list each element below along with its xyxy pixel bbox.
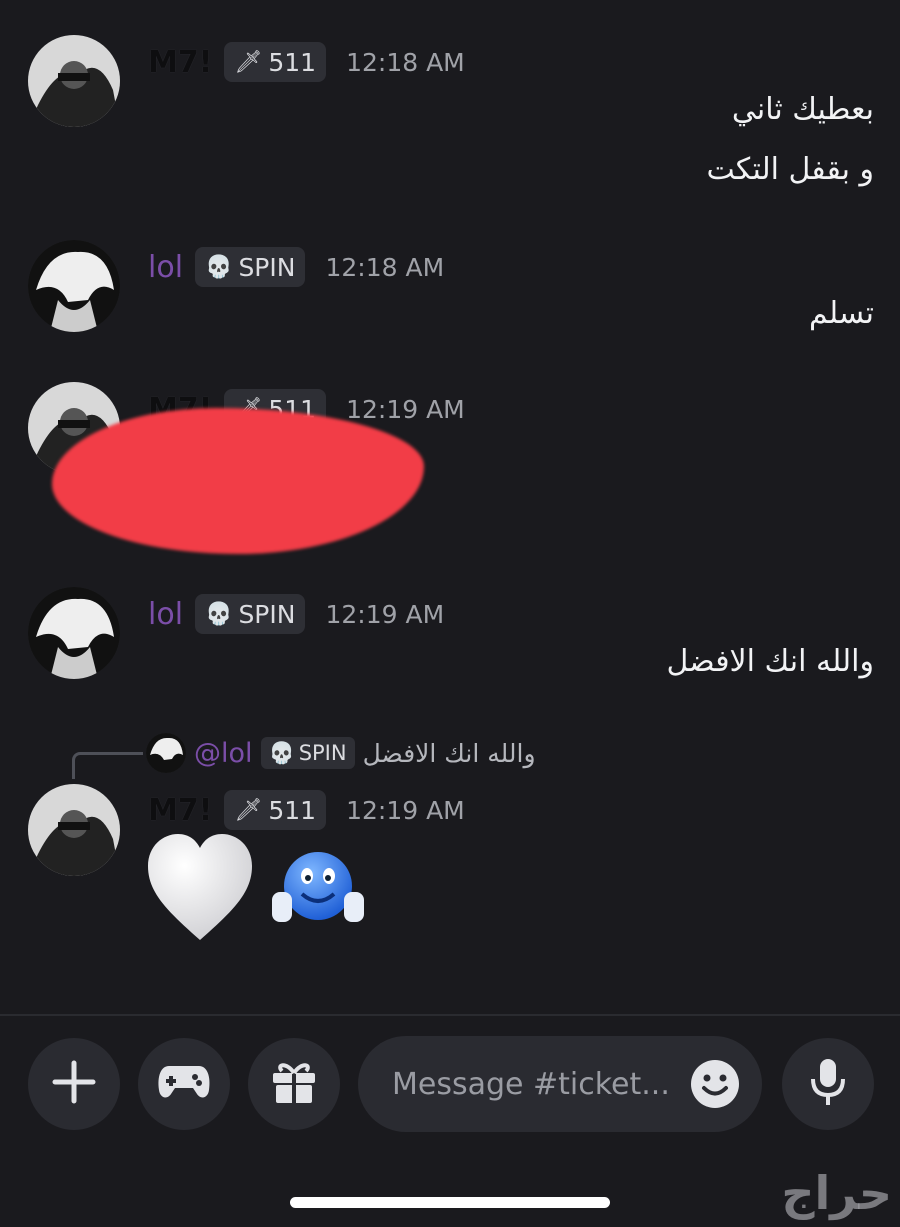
timestamp: 12:19 AM: [346, 394, 465, 424]
activities-button[interactable]: [138, 1038, 230, 1130]
message-input[interactable]: [390, 1065, 694, 1103]
reply-avatar: [146, 733, 186, 773]
watermark-logo: حراج: [781, 1166, 892, 1220]
avatar[interactable]: [28, 587, 120, 679]
skull-icon: 💀: [205, 254, 233, 280]
message-text: و بقفل التكت: [706, 152, 874, 187]
timestamp: 12:18 AM: [346, 47, 465, 77]
username[interactable]: M7!: [148, 793, 212, 828]
voice-message-button[interactable]: [782, 1038, 874, 1130]
home-indicator[interactable]: [290, 1197, 610, 1208]
message-text: والله انك الافضل: [666, 644, 874, 679]
thumbs-up-smiley-emoji: [270, 848, 366, 932]
tag-text: SPIN: [238, 599, 296, 629]
skull-icon: 💀: [205, 601, 233, 627]
reply-connector: [72, 752, 143, 779]
message-text: بعطيك ثاني: [731, 92, 874, 127]
timestamp: 12:19 AM: [346, 795, 465, 825]
white-heart-emoji: [146, 832, 254, 946]
avatar[interactable]: [28, 240, 120, 332]
gift-button[interactable]: [248, 1038, 340, 1130]
user-tag[interactable]: 💀 SPIN: [195, 247, 306, 287]
user-tag[interactable]: 🗡 511: [224, 790, 327, 830]
tag-text: 511: [268, 47, 317, 77]
redaction-scribble: [52, 408, 424, 554]
add-attachment-button[interactable]: [28, 1038, 120, 1130]
avatar[interactable]: [28, 35, 120, 127]
reply-tag: 💀 SPIN: [260, 737, 355, 769]
timestamp: 12:19 AM: [325, 599, 445, 629]
emoji-picker-icon[interactable]: [690, 1059, 740, 1113]
user-tag[interactable]: 💀 SPIN: [195, 594, 306, 634]
avatar[interactable]: [28, 784, 120, 876]
gift-icon: [270, 1059, 318, 1109]
plus-icon: [51, 1059, 97, 1109]
reply-mention[interactable]: @lol: [194, 738, 253, 769]
gamepad-icon: [157, 1062, 211, 1106]
reply-text: والله انك الافضل: [362, 738, 536, 768]
tag-text: SPIN: [238, 252, 296, 282]
message-input-container[interactable]: [358, 1036, 762, 1132]
username[interactable]: lol: [148, 250, 183, 285]
timestamp: 12:18 AM: [325, 252, 445, 282]
sword-icon: 🗡: [234, 797, 263, 823]
sword-icon: 🗡: [234, 49, 263, 75]
skull-icon: 💀: [268, 740, 295, 765]
username[interactable]: lol: [148, 597, 183, 632]
username[interactable]: M7!: [148, 45, 212, 80]
composer-divider: [0, 1014, 900, 1016]
user-tag[interactable]: 🗡 511: [224, 42, 327, 82]
reply-preview[interactable]: @lol 💀 SPIN والله انك الافضل: [146, 733, 536, 773]
microphone-icon: [808, 1057, 848, 1111]
message-text: تسلم: [808, 296, 874, 331]
tag-text: 511: [268, 795, 317, 825]
